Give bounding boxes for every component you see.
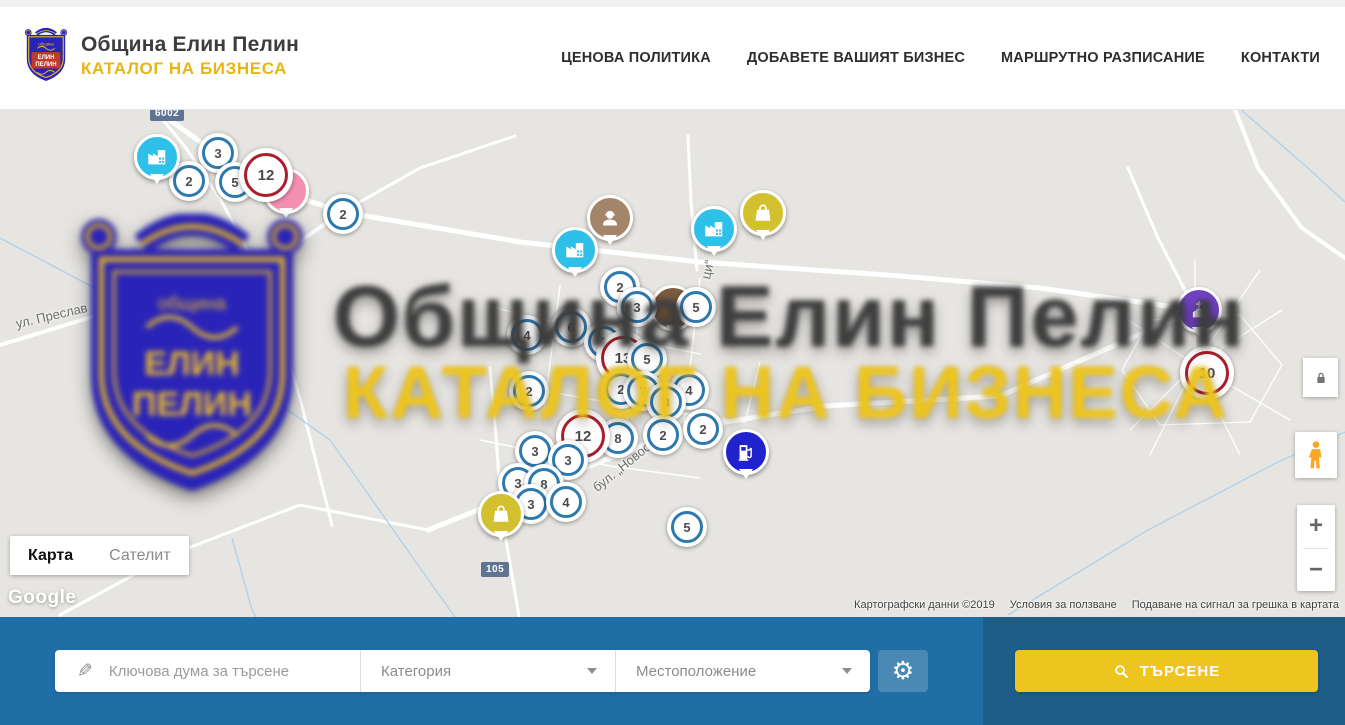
gear-icon: ⚙ [892,659,914,684]
category-value: Категория [381,663,451,680]
road-badge: 6002 [150,110,184,121]
map-marker-pin[interactable] [478,491,524,537]
cluster-count: 3 [633,300,640,315]
map-marker-pin[interactable] [134,134,180,180]
municipality-crest-icon: община ЕЛИН ПЕЛИН [22,28,70,84]
search-input[interactable] [107,662,360,681]
cluster-count: 8 [662,395,669,410]
pegman-icon [1306,440,1326,470]
zoom-control: + − [1297,505,1335,591]
svg-text:ПЕЛИН: ПЕЛИН [35,62,56,68]
cluster-count: 3 [527,497,534,512]
nav-item[interactable]: ДОБАВЕТЕ ВАШИЯТ БИЗНЕС [747,50,965,66]
site-title: Община Елин Пелин [81,33,299,57]
svg-text:община: община [38,41,54,46]
cluster-count: 2 [525,384,532,399]
map-type-satellite-button[interactable]: Сателит [91,536,188,575]
map-marker-cluster[interactable]: 2 [643,415,683,455]
map-marker-cluster[interactable]: 4 [546,482,586,522]
map-attribution: Картографски данни ©2019 Условия за ползв… [854,599,1339,611]
map-type-map-button[interactable]: Карта [10,536,91,575]
cluster-count: 3 [564,453,571,468]
cluster-count: 4 [685,383,692,398]
pin-category-icon [564,239,586,261]
map-marker-cluster[interactable]: 4 [507,315,547,355]
nav-item[interactable]: МАРШРУТНО РАЗПИСАНИЕ [1001,50,1205,66]
pin-category-icon [599,207,621,229]
main-nav: ЦЕНОВА ПОЛИТИКА ДОБАВЕТЕ ВАШИЯТ БИЗНЕС МАР… [561,7,1320,109]
pin-category-icon [752,202,774,224]
map-marker-cluster[interactable]: 2 [323,194,363,234]
advanced-settings-button[interactable]: ⚙ [878,650,928,692]
map-marker-cluster[interactable]: 2 [509,371,549,411]
location-value: Местоположение [636,663,756,680]
cluster-count: 10 [1199,365,1216,382]
nav-item[interactable]: КОНТАКТИ [1241,50,1320,66]
map-type-control: Карта Сателит [10,536,189,575]
site-logo[interactable]: община ЕЛИН ПЕЛИН Община Елин Пелин КАТА… [22,28,299,84]
site-subtitle: КАТАЛОГ НА БИЗНЕСА [81,59,299,79]
cluster-count: 8 [614,431,621,446]
streetview-lock-button[interactable] [1303,358,1338,397]
attribution-item: Картографски данни ©2019 [854,599,995,611]
search-button[interactable]: ТЪРСЕНЕ [1015,650,1318,692]
zoom-out-button[interactable]: − [1297,549,1335,592]
map-marker-pin[interactable] [552,227,598,273]
search-box: ✎ Категория Местоположение [55,650,870,692]
chevron-down-icon [842,668,852,674]
pin-category-icon [1188,299,1210,321]
cluster-count: 5 [692,300,699,315]
search-icon [1113,663,1130,680]
map-marker-pin[interactable] [723,429,769,475]
lock-icon [1313,369,1329,387]
cluster-count: 7 [639,384,646,399]
attribution-item[interactable]: Подаване на сигнал за грешка в картата [1132,599,1339,611]
map-marker-cluster[interactable]: 10 [1180,346,1234,400]
location-select[interactable]: Местоположение [615,650,870,692]
map-marker-cluster[interactable]: 12 [239,148,293,202]
google-logo[interactable]: Google [8,587,76,609]
map-marker-pin[interactable] [740,190,786,236]
map-canvas[interactable]: 6002105 ул. Преславбул. „Новоселци“ [0,110,1345,617]
search-bar: ✎ Категория Местоположение ⚙ ТЪРСЕНЕ [0,617,1345,725]
category-select[interactable]: Категория [360,650,615,692]
cluster-count: 3 [531,444,538,459]
cluster-count: 2 [699,422,706,437]
cluster-count: 4 [523,328,530,343]
search-submit-panel: ТЪРСЕНЕ [983,617,1345,725]
app-header: община ЕЛИН ПЕЛИН Община Елин Пелин КАТА… [0,0,1345,110]
cluster-count: 12 [258,167,275,184]
search-button-label: ТЪРСЕНЕ [1140,663,1221,680]
cluster-count: 2 [185,174,192,189]
map-marker-pin[interactable] [691,206,737,252]
map-marker-pin[interactable] [1176,287,1222,333]
cluster-count: 2 [339,207,346,222]
nav-item[interactable]: ЦЕНОВА ПОЛИТИКА [561,50,711,66]
chevron-down-icon [587,668,597,674]
map-marker-cluster[interactable]: 3 [617,287,657,327]
cluster-count: 5 [683,520,690,535]
map-marker-cluster[interactable]: 2 [683,409,723,449]
svg-text:ЕЛИН: ЕЛИН [38,55,55,61]
attribution-item[interactable]: Условия за ползване [1010,599,1117,611]
cluster-count: 3 [214,146,221,161]
cluster-count: 2 [659,428,666,443]
pin-category-icon [735,441,757,463]
road-badge: 105 [481,562,509,577]
pencil-icon: ✎ [77,660,93,683]
zoom-in-button[interactable]: + [1297,505,1335,548]
cluster-count: 6 [567,320,574,335]
cluster-count: 4 [562,495,569,510]
cluster-count: 5 [643,352,650,367]
map-marker-cluster[interactable]: 5 [667,507,707,547]
map-marker-pin[interactable] [587,195,633,241]
pin-category-icon [146,146,168,168]
pin-category-icon [703,218,725,240]
pegman-button[interactable] [1295,432,1337,478]
pin-category-icon [490,503,512,525]
map-marker-cluster[interactable]: 5 [676,287,716,327]
keyword-field: ✎ [55,650,360,692]
cluster-count: 5 [231,175,238,190]
